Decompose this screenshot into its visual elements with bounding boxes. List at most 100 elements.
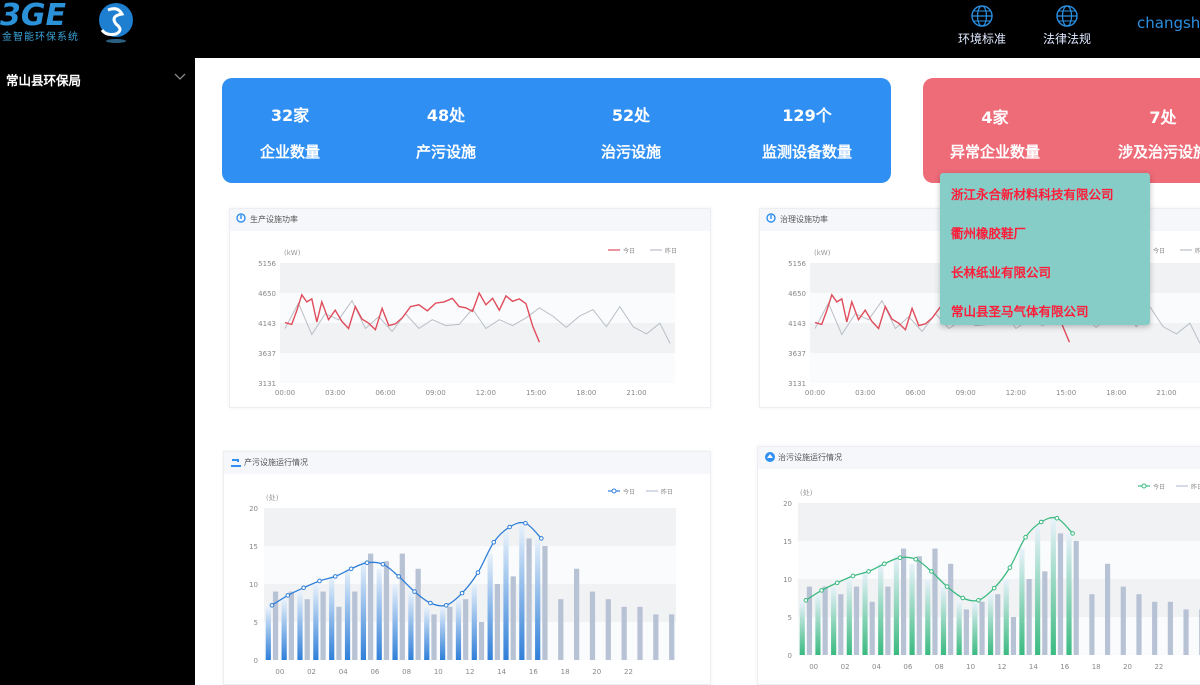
main-content: 32家 企业数量 48处 产污设施 52处 治污设施 129个 监测设备数量 4…	[195, 58, 1200, 685]
bar-today	[846, 579, 852, 655]
stat-enterprises[interactable]: 32家 企业数量	[242, 102, 338, 162]
bar-today	[265, 606, 271, 660]
stat-label: 涉及治污设施	[1117, 143, 1200, 161]
x-tick-label: 12	[466, 668, 475, 676]
trend-point	[850, 573, 856, 579]
stat-value: 32家	[270, 106, 310, 125]
abnormal-enterprise-item[interactable]: 长林纸业有限公司	[951, 262, 1051, 281]
bar-today	[878, 563, 884, 655]
bar-yesterday	[1089, 594, 1095, 655]
legend-label: 今日	[1153, 247, 1165, 255]
x-tick-label: 00:00	[805, 389, 825, 397]
x-tick-label: 02	[841, 663, 850, 671]
trend-point	[443, 602, 449, 608]
bar-yesterday	[383, 561, 390, 660]
y-axis-unit: (kW)	[284, 249, 301, 257]
legend-label: 昨日	[665, 247, 677, 255]
bar-yesterday	[948, 563, 954, 655]
grid-band	[264, 546, 676, 584]
bar-today	[1003, 579, 1009, 655]
stat-pollution-facilities[interactable]: 48处 产污设施	[398, 102, 494, 162]
bar-yesterday	[304, 599, 310, 660]
brand-logo[interactable]: 3GE 金智能环保系统	[0, 0, 140, 50]
x-tick-label: 06:00	[375, 389, 395, 397]
stat-value: 48处	[426, 106, 466, 125]
bar-yesterday	[853, 586, 860, 655]
bar-today	[1050, 518, 1056, 655]
stat-involved-facilities[interactable]: 7处 涉及治污设施	[1103, 104, 1200, 162]
chevron-down-icon[interactable]	[174, 72, 186, 82]
grid-band	[798, 541, 1200, 579]
bar-yesterday	[415, 568, 421, 660]
x-tick-label: 06:00	[905, 389, 925, 397]
trend-point	[1007, 565, 1013, 570]
grid-band	[810, 323, 1200, 354]
abnormal-enterprise-item[interactable]: 衢州橡胶鞋厂	[951, 223, 1026, 242]
x-tick-label: 03:00	[855, 389, 875, 397]
trend-point	[333, 574, 338, 579]
power-icon	[766, 213, 776, 223]
faucet-icon	[231, 459, 241, 467]
nav-label: 环境标准	[957, 32, 1006, 46]
x-tick-label: 18:00	[1106, 389, 1126, 397]
grid-band	[264, 622, 676, 660]
bar-today	[1019, 548, 1025, 655]
bar-yesterday	[1120, 586, 1126, 655]
trend-point	[491, 539, 497, 545]
stat-monitoring-devices[interactable]: 129个 监测设备数量	[742, 102, 872, 162]
bar-yesterday	[1073, 541, 1079, 655]
trend-point	[301, 585, 306, 591]
bar-today	[281, 599, 287, 660]
y-tick-label: 5156	[258, 260, 276, 268]
x-tick-label: 16	[1060, 663, 1069, 671]
stat-label: 监测设备数量	[761, 143, 852, 161]
x-tick-label: 12:00	[1006, 389, 1026, 397]
treatment-facility-chart[interactable]: (处)20151050000204060810121416182022今日昨日	[758, 469, 1200, 685]
stat-treatment-facilities[interactable]: 52处 治污设施	[583, 102, 679, 162]
bar-yesterday	[1183, 609, 1189, 655]
bar-today	[972, 601, 978, 655]
bar-yesterday	[1026, 579, 1032, 655]
trend-point	[523, 520, 528, 526]
bar-yesterday	[510, 576, 516, 660]
abnormal-enterprise-item[interactable]: 浙江永合新材料科技有限公司	[951, 184, 1114, 203]
x-tick-label: 06	[370, 668, 379, 676]
bar-yesterday	[478, 622, 485, 660]
nav-environment-standards[interactable]: 环境标准	[952, 4, 1012, 48]
bar-today	[313, 584, 319, 660]
x-tick-label: 08	[935, 663, 944, 671]
alert-card: 4家 异常企业数量 7处 涉及治污设施	[923, 78, 1200, 183]
trend-point	[475, 570, 481, 575]
x-tick-label: 18	[1092, 663, 1101, 671]
x-tick-label: 00:00	[275, 389, 295, 397]
bar-yesterday	[589, 591, 596, 660]
panel-title: 治污设施运行情况	[778, 453, 842, 462]
x-tick-label: 09:00	[426, 389, 446, 397]
panel-header: 治污设施运行情况	[758, 447, 1200, 469]
trend-point	[348, 566, 354, 572]
bar-yesterday	[542, 546, 548, 660]
bar-yesterday	[605, 599, 611, 660]
sidebar-item-changshan-epb[interactable]: 常山县环保局	[6, 70, 186, 90]
bar-today	[360, 561, 366, 660]
bar-today	[893, 556, 899, 655]
bar-yesterday	[558, 599, 564, 660]
nav-laws-regulations[interactable]: 法律法规	[1037, 4, 1097, 48]
grid-band	[264, 584, 676, 622]
globe-icon	[971, 5, 993, 27]
pollution-facility-chart[interactable]: (处)2015105000 02 04 06 08 10 12 14 16 18 20 22今日 昨日	[224, 474, 712, 685]
x-tick-label: 00	[275, 668, 284, 676]
stat-abnormal-enterprises[interactable]: 4家 异常企业数量	[935, 104, 1055, 162]
grid-band	[280, 323, 675, 354]
x-tick-label: 18:00	[576, 389, 596, 397]
nav-label: 法律法规	[1042, 32, 1091, 46]
user-name[interactable]: changsha	[1137, 14, 1200, 32]
bar-today	[909, 563, 915, 655]
abnormal-enterprise-item[interactable]: 常山县圣马气体有限公司	[951, 301, 1089, 320]
production-power-chart[interactable]: (kW) 5156 4650 4143 3637 313100:00 03:00 06:00 0…	[230, 231, 712, 409]
x-tick-label: 14	[497, 668, 506, 676]
bar-yesterday	[838, 594, 844, 655]
grid-band	[280, 263, 675, 293]
panel-production-power: 生产设施功率 (kW) 5156 4650 4143 3637 3131 00:00 03:0…	[229, 208, 711, 408]
trend-point	[269, 602, 275, 608]
